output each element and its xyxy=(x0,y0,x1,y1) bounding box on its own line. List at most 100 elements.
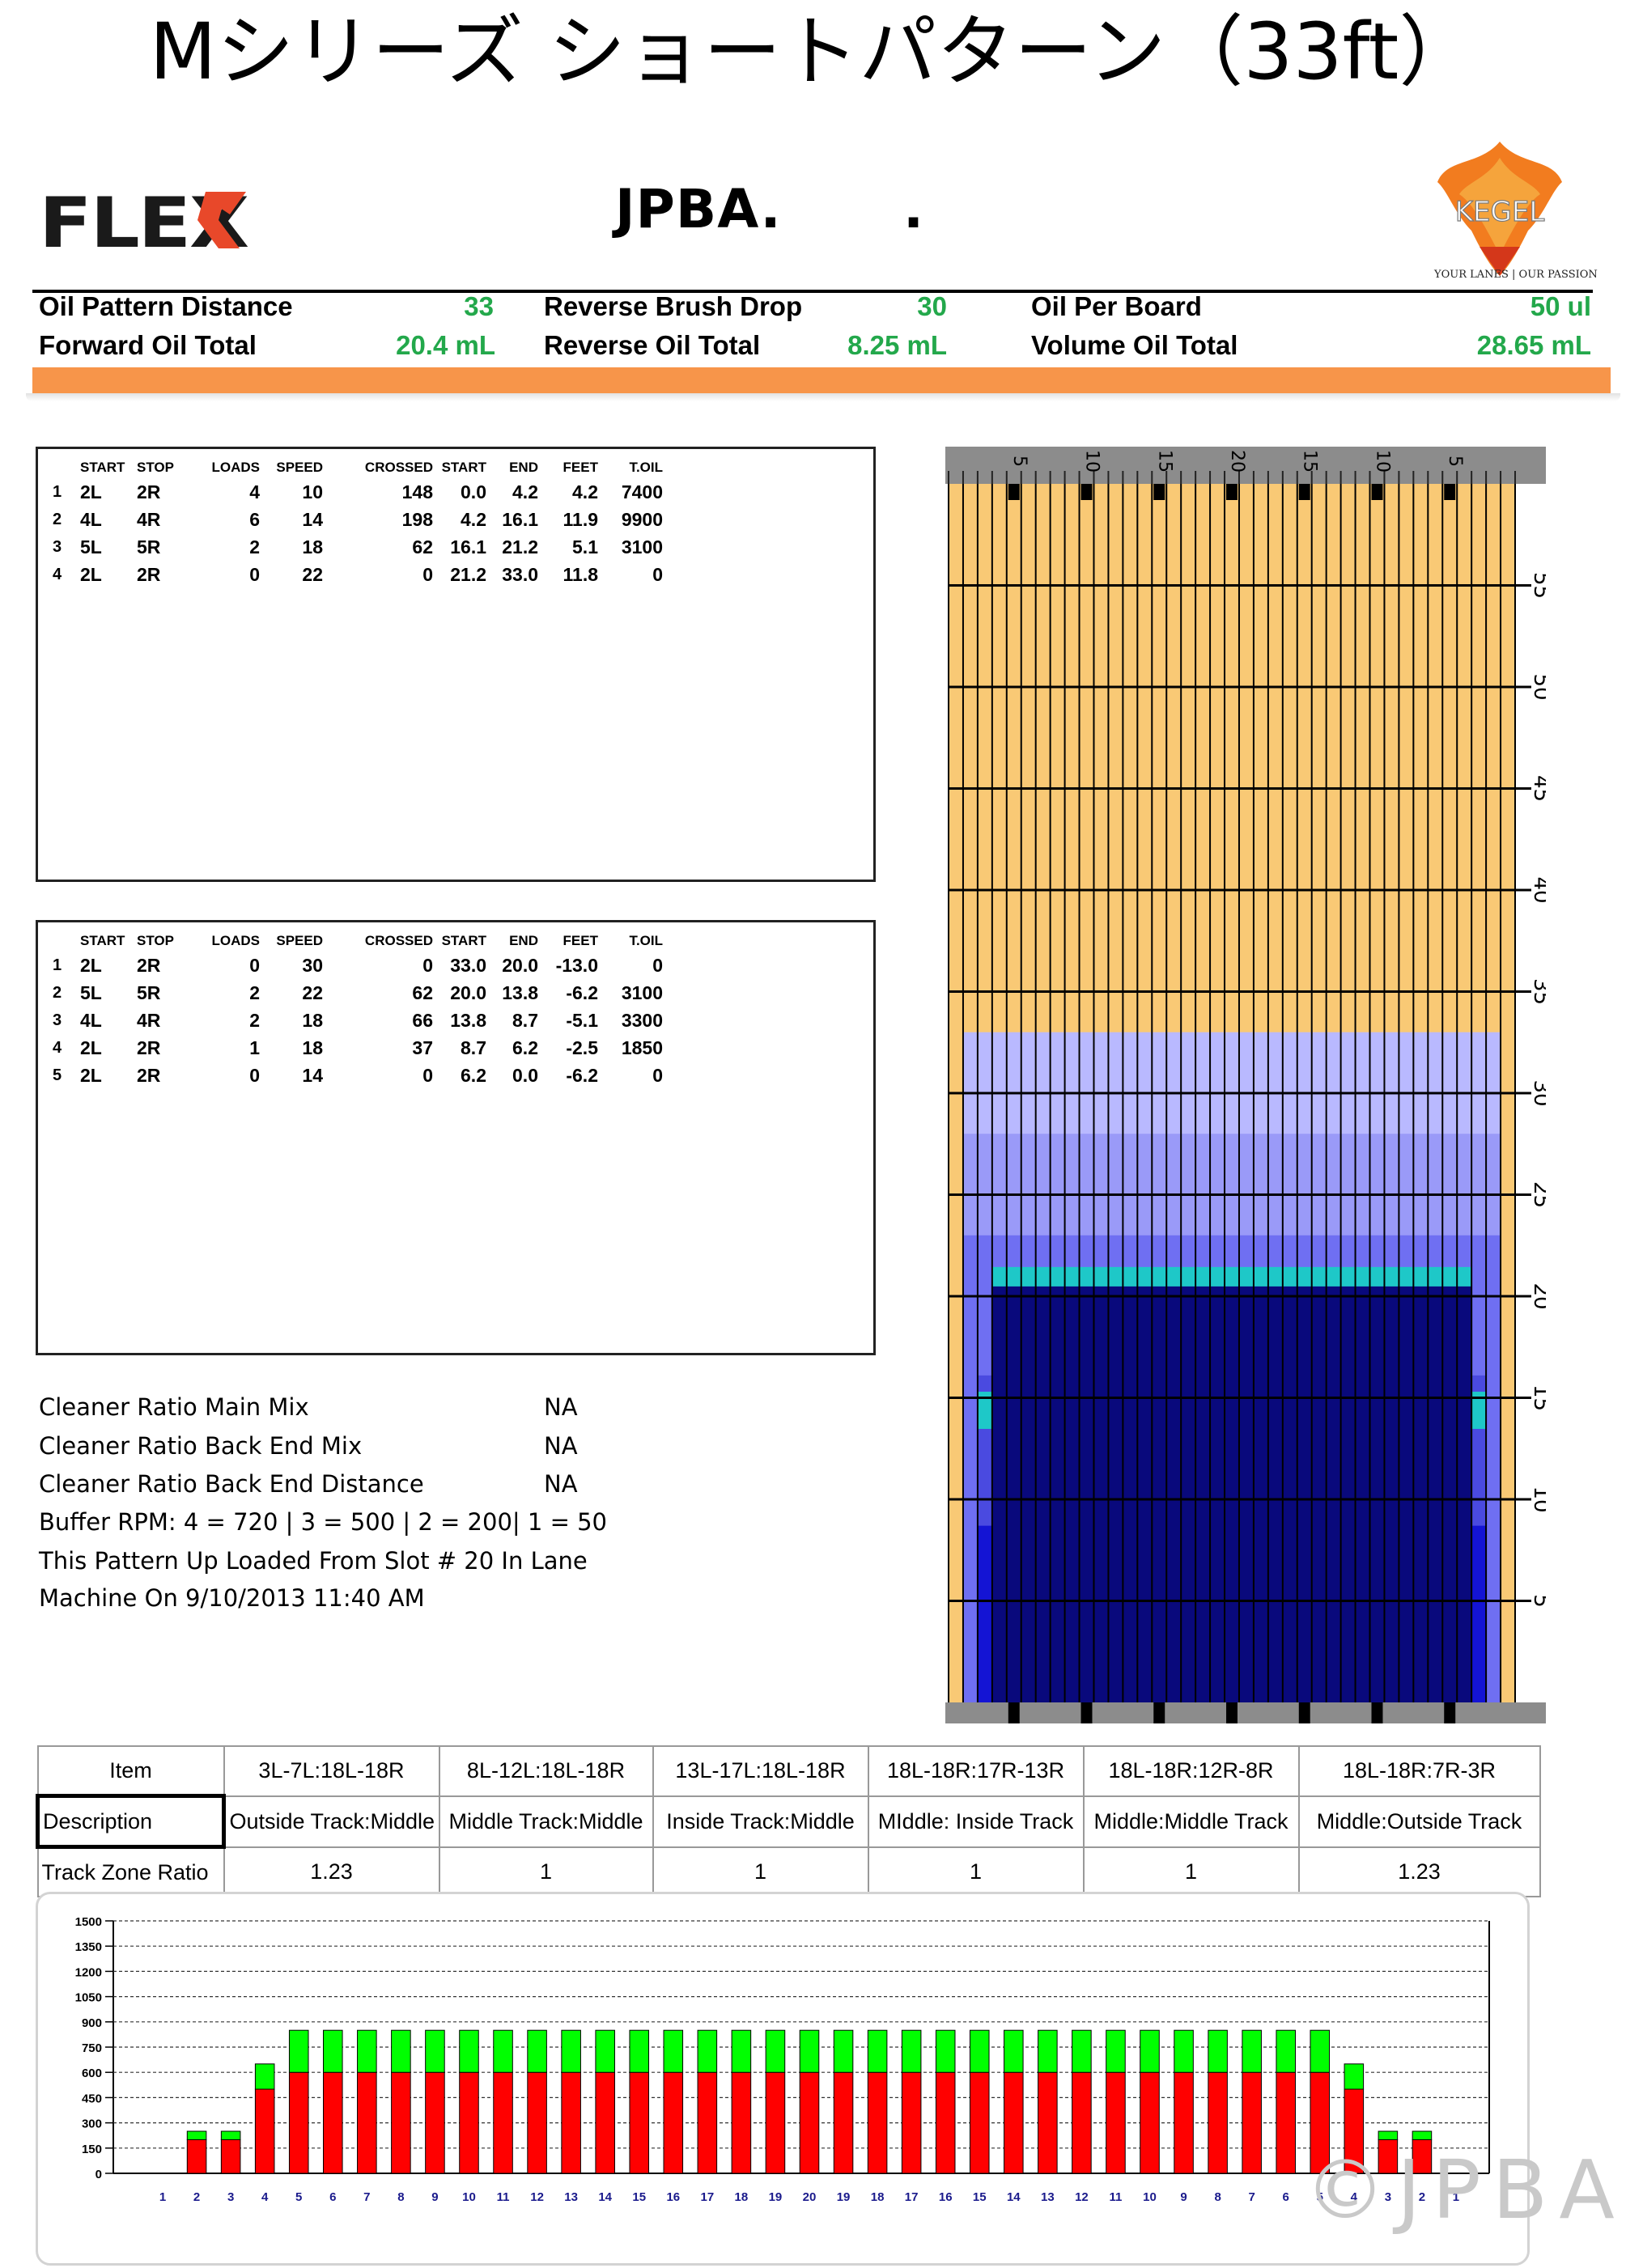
forward-pass-panel: START STOP LOADS SPEED CROSSED START END FEET T.… xyxy=(36,447,876,882)
chart-bar-red xyxy=(493,2071,513,2174)
chart-x-tick-label: 12 xyxy=(1075,2190,1089,2204)
reverse-pass-cell: 0 xyxy=(249,1064,260,1086)
chart-x-tick-label: 19 xyxy=(769,2190,783,2204)
chart-bar-green xyxy=(425,2029,445,2073)
reverse-pass-cell: 5 xyxy=(53,1066,62,1084)
forward-pass-cell: 198 xyxy=(401,508,433,530)
stat-label-volume-oil-total: Volume Oil Total xyxy=(1031,330,1238,360)
reverse-pass-col-header: CROSSED xyxy=(364,933,433,948)
forward-pass-cell: 2R xyxy=(137,563,161,585)
center-title: JPBA. xyxy=(615,178,782,240)
lane-feet-label: 5 xyxy=(1529,1594,1546,1608)
forward-pass-col-header: START xyxy=(441,460,486,475)
chart-x-tick-label: 6 xyxy=(1283,2190,1289,2204)
stat-value-volume-oil-total: 28.65 mL xyxy=(1476,330,1591,360)
forward-pass-col-header: STOP xyxy=(137,460,174,475)
lane-board-label: 5 xyxy=(1009,456,1030,467)
chart-bar-red xyxy=(901,2071,922,2174)
forward-pass-col-header: START xyxy=(80,460,125,475)
lane-dot-bottom xyxy=(1008,1702,1020,1723)
forward-pass-cell: 5.1 xyxy=(572,536,598,557)
forward-pass-cell: 4.2 xyxy=(461,508,486,530)
reverse-pass-cell: 2 xyxy=(249,1009,260,1031)
chart-bar-green xyxy=(459,2029,479,2073)
reverse-pass-cell: 33.0 xyxy=(450,954,486,976)
zone-ratio-row: Track Zone Ratio 1.23 1 1 1 1 1.23 xyxy=(36,1846,1541,1897)
lane-arrow-top xyxy=(1444,484,1456,500)
chart-bar-green xyxy=(935,2029,956,2073)
center-dot: . xyxy=(903,178,924,240)
chart-bar-red xyxy=(1072,2071,1092,2174)
forward-pass-cell: 22 xyxy=(302,563,323,585)
chart-bar-red xyxy=(254,2088,275,2174)
reverse-pass-cell: 5R xyxy=(137,981,161,1003)
reverse-pass-row: 1 2L 2R 0 30 0 33.0 20.0 -13.0 0 xyxy=(53,952,663,979)
lane-bottom-band xyxy=(945,1702,1546,1723)
zone-description-label[interactable]: Description xyxy=(36,1794,226,1849)
reverse-pass-row: 2 5L 5R 2 22 62 20.0 13.8 -6.2 3100 xyxy=(53,979,663,1007)
reverse-pass-cell: 2R xyxy=(137,1036,161,1058)
chart-x-tick-label: 9 xyxy=(431,2190,438,2204)
reverse-pass-cell: -13.0 xyxy=(555,954,598,976)
reverse-pass-cell: 3100 xyxy=(621,981,663,1003)
reverse-pass-cell: -6.2 xyxy=(566,981,598,1003)
chart-y-tick-label: 450 xyxy=(82,2092,102,2105)
chart-bar-red xyxy=(425,2071,445,2174)
chart-bar-green xyxy=(561,2029,581,2073)
orange-divider xyxy=(32,367,1611,393)
cleaner-main-label: Cleaner Ratio Main Mix xyxy=(39,1393,309,1421)
reverse-pass-cell: 13.8 xyxy=(502,981,538,1003)
chart-y-tick-label: 1500 xyxy=(75,1915,102,1929)
stat-value-reverse-oil-total: 8.25 mL xyxy=(847,330,947,360)
chart-bar-red xyxy=(1276,2071,1296,2174)
buffer-rpm: Buffer RPM: 4 = 720 | 3 = 500 | 2 = 200|… xyxy=(39,1508,607,1536)
chart-x-tick-label: 13 xyxy=(1041,2190,1055,2204)
forward-pass-col-header xyxy=(53,457,80,478)
chart-x-tick-label: 13 xyxy=(564,2190,578,2204)
chart-bar-red xyxy=(1004,2071,1024,2174)
reverse-pass-cell: 2R xyxy=(137,1064,161,1086)
forward-pass-cell: 14 xyxy=(302,508,323,530)
chart-y-tick-label: 1350 xyxy=(75,1940,102,1954)
chart-bar-red xyxy=(527,2071,547,2174)
lane-feet-label: 25 xyxy=(1529,1181,1546,1208)
forward-pass-cell: 3100 xyxy=(621,536,663,557)
reverse-pass-cell: 22 xyxy=(302,981,323,1003)
chart-x-tick-label: 10 xyxy=(1143,2190,1157,2204)
chart-x-tick-label: 7 xyxy=(363,2190,370,2204)
chart-bar-green xyxy=(1344,2063,1365,2090)
chart-x-tick-label: 16 xyxy=(666,2190,680,2204)
reverse-pass-cell: 2R xyxy=(137,954,161,976)
forward-pass-cell: 2 xyxy=(53,510,62,528)
reverse-pass-col-header xyxy=(53,931,80,952)
zone-description-6: Middle:Outside Track xyxy=(1297,1795,1541,1848)
chart-bar-green xyxy=(595,2029,615,2073)
chart-x-tick-label: 11 xyxy=(497,2190,510,2204)
chart-y-tick-label: 1050 xyxy=(75,1991,102,2005)
forward-pass-cell: 9900 xyxy=(621,508,663,530)
chart-bar-green xyxy=(1276,2029,1296,2073)
chart-x-tick-label: 14 xyxy=(1007,2190,1021,2204)
chart-bar-green xyxy=(867,2029,888,2073)
reverse-pass-cell: 62 xyxy=(412,981,433,1003)
reverse-pass-cell: 2 xyxy=(249,981,260,1003)
chart-bar-red xyxy=(935,2071,956,2174)
kegel-tagline: YOUR LANES | OUR PASSION xyxy=(1434,269,1598,281)
zone-description-3: Inside Track:Middle xyxy=(652,1795,869,1848)
forward-pass-cell: 2L xyxy=(80,481,102,502)
reverse-pass-col-header: START xyxy=(441,933,486,948)
forward-pass-cell: 4L xyxy=(80,508,102,530)
reverse-pass-panel: START STOP LOADS SPEED CROSSED START END FEET T.… xyxy=(36,920,876,1355)
reverse-pass-cell: 4 xyxy=(53,1038,62,1057)
forward-pass-cell: 6 xyxy=(249,508,260,530)
kegel-logo: KEGEL xyxy=(1437,142,1562,276)
lane-board-label: 15 xyxy=(1154,450,1174,473)
chart-bar-red xyxy=(1242,2071,1262,2174)
reverse-pass-cell: 3 xyxy=(53,1011,62,1029)
forward-pass-cell: 33.0 xyxy=(502,563,538,585)
chart-bar-green xyxy=(1072,2029,1092,2073)
chart-bar-green xyxy=(1378,2130,1399,2140)
lane-feet-label: 30 xyxy=(1529,1079,1546,1106)
chart-x-tick-label: 14 xyxy=(598,2190,612,2204)
chart-bar-red xyxy=(969,2071,990,2174)
